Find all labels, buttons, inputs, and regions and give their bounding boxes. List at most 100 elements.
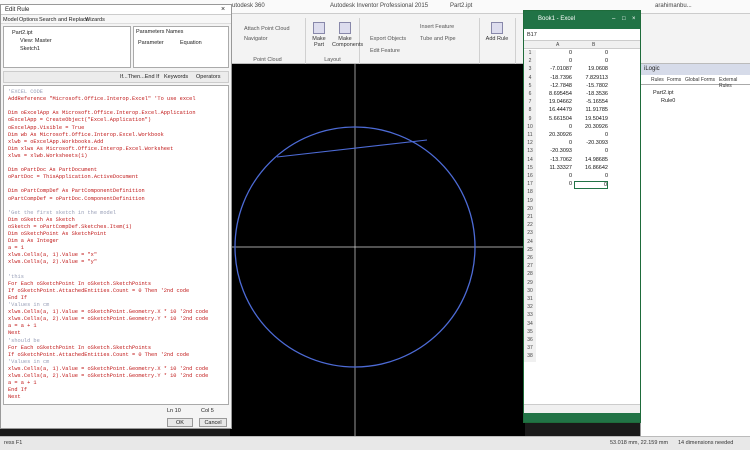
tree-view-master[interactable]: View: Master	[20, 38, 52, 44]
row-number[interactable]: 12	[524, 140, 536, 149]
menu-wizards[interactable]: Wizards	[85, 17, 105, 23]
cell-b[interactable]: 7.829113	[574, 75, 608, 81]
row-number[interactable]: 21	[524, 214, 536, 223]
row-number[interactable]: 9	[524, 115, 536, 124]
row-number[interactable]: 27	[524, 263, 536, 272]
cell-a[interactable]: 0	[538, 50, 572, 56]
cell-b[interactable]: 0	[574, 181, 608, 190]
col-header-b[interactable]: B	[592, 42, 595, 48]
row-number[interactable]: 18	[524, 189, 536, 198]
cell-b[interactable]: 19.0608	[574, 66, 608, 72]
cell-a[interactable]: 16.44479	[538, 107, 572, 113]
row-number[interactable]: 26	[524, 255, 536, 264]
cell-a[interactable]: -7.01087	[538, 66, 572, 72]
tree-part[interactable]: Part2.ipt	[12, 30, 32, 36]
row-number[interactable]: 4	[524, 74, 536, 83]
row-number[interactable]: 23	[524, 230, 536, 239]
row-number[interactable]: 13	[524, 148, 536, 157]
cell-b[interactable]: -5.16554	[574, 99, 608, 105]
minimize-icon[interactable]: –	[612, 16, 615, 22]
row-number[interactable]: 6	[524, 91, 536, 100]
row-number[interactable]: 25	[524, 246, 536, 255]
row-number[interactable]: 17	[524, 181, 536, 190]
row-number[interactable]: 22	[524, 222, 536, 231]
cell-b[interactable]: 0	[574, 173, 608, 179]
cell-a[interactable]: 0	[538, 124, 572, 130]
cell-a[interactable]: 19.04662	[538, 99, 572, 105]
cell-a[interactable]: 5.661504	[538, 116, 572, 122]
export-objects-item[interactable]: Export Objects	[370, 36, 406, 42]
row-number[interactable]: 5	[524, 82, 536, 91]
user-name[interactable]: arahimanbu...	[655, 3, 692, 9]
ok-button[interactable]: OK	[167, 418, 193, 427]
cell-b[interactable]: 0	[574, 50, 608, 56]
cell-a[interactable]: -20.3093	[538, 148, 572, 154]
row-number[interactable]: 33	[524, 312, 536, 321]
ilogic-tree-part[interactable]: Part2.ipt	[653, 90, 673, 96]
row-number[interactable]: 37	[524, 345, 536, 354]
menu-model[interactable]: Model	[3, 17, 18, 23]
row-number[interactable]: 19	[524, 197, 536, 206]
row-number[interactable]: 30	[524, 287, 536, 296]
row-number[interactable]: 1	[524, 50, 536, 59]
attach-point-cloud-item[interactable]: Attach Point Cloud	[244, 26, 290, 32]
menu-search-replace[interactable]: Search and Replace	[39, 17, 89, 23]
col-header-a[interactable]: A	[556, 42, 559, 48]
tab-external-rules[interactable]: External Rules	[719, 77, 750, 89]
cell-a[interactable]: 20.30926	[538, 132, 572, 138]
row-number[interactable]: 28	[524, 271, 536, 280]
row-number[interactable]: 7	[524, 99, 536, 108]
row-number[interactable]: 16	[524, 173, 536, 182]
row-number[interactable]: 38	[524, 353, 536, 362]
insert-feature-item[interactable]: Insert Feature	[420, 24, 454, 30]
edit-feature-item[interactable]: Edit Feature	[370, 48, 400, 54]
row-number[interactable]: 31	[524, 296, 536, 305]
cell-a[interactable]: 0	[538, 140, 572, 146]
cell-a[interactable]: -18.7396	[538, 75, 572, 81]
row-number[interactable]: 3	[524, 66, 536, 75]
tab-parameters[interactable]: Parameters	[136, 29, 164, 35]
row-number[interactable]: 29	[524, 279, 536, 288]
cell-a[interactable]: 0	[538, 181, 572, 187]
tab-names[interactable]: Names	[166, 29, 183, 35]
cell-b[interactable]: -20.3093	[574, 140, 608, 146]
row-number[interactable]: 15	[524, 164, 536, 173]
cell-b[interactable]: 20.30926	[574, 124, 608, 130]
row-number[interactable]: 10	[524, 123, 536, 132]
cancel-button[interactable]: Cancel	[199, 418, 227, 427]
graphics-window[interactable]	[230, 64, 525, 436]
tree-sketch[interactable]: Sketch1	[20, 46, 40, 52]
keywords-button[interactable]: Keywords	[164, 74, 188, 80]
row-number[interactable]: 8	[524, 107, 536, 116]
cell-b[interactable]: 0	[574, 58, 608, 64]
row-number[interactable]: 20	[524, 205, 536, 214]
close-icon[interactable]: ×	[632, 16, 636, 22]
row-number[interactable]: 14	[524, 156, 536, 165]
ilogic-tree-rule[interactable]: Rule0	[661, 98, 675, 104]
make-components-button[interactable]: Make Components	[332, 22, 363, 48]
tube-and-pipe-item[interactable]: Tube and Pipe	[420, 36, 456, 42]
tab-global-forms[interactable]: Global Forms	[685, 77, 715, 83]
row-number[interactable]: 11	[524, 132, 536, 141]
cell-b[interactable]: 14.98685	[574, 157, 608, 163]
row-number[interactable]: 35	[524, 328, 536, 337]
cell-b[interactable]: 19.50419	[574, 116, 608, 122]
cell-b[interactable]: -18.3536	[574, 91, 608, 97]
make-part-button[interactable]: Make Part	[308, 22, 330, 48]
cell-b[interactable]: 11.91785	[574, 107, 608, 113]
cell-a[interactable]: 0	[538, 58, 572, 64]
cell-a[interactable]: 0	[538, 173, 572, 179]
operators-button[interactable]: Operators	[196, 74, 220, 80]
cell-a[interactable]: -13.7062	[538, 157, 572, 163]
maximize-icon[interactable]: □	[622, 16, 626, 22]
add-rule-button[interactable]: Add Rule	[482, 22, 512, 42]
row-number[interactable]: 34	[524, 320, 536, 329]
cell-a[interactable]: 11.33327	[538, 165, 572, 171]
tab-rules[interactable]: Rules	[651, 77, 664, 83]
code-editor[interactable]: 'EXCEL CODE AddReference "Microsoft.Offic…	[3, 85, 229, 405]
name-box[interactable]: B17	[527, 32, 537, 38]
row-number[interactable]: 32	[524, 304, 536, 313]
cell-a[interactable]: 8.695454	[538, 91, 572, 97]
editor-close-icon[interactable]: ×	[221, 6, 225, 13]
row-number[interactable]: 24	[524, 238, 536, 247]
